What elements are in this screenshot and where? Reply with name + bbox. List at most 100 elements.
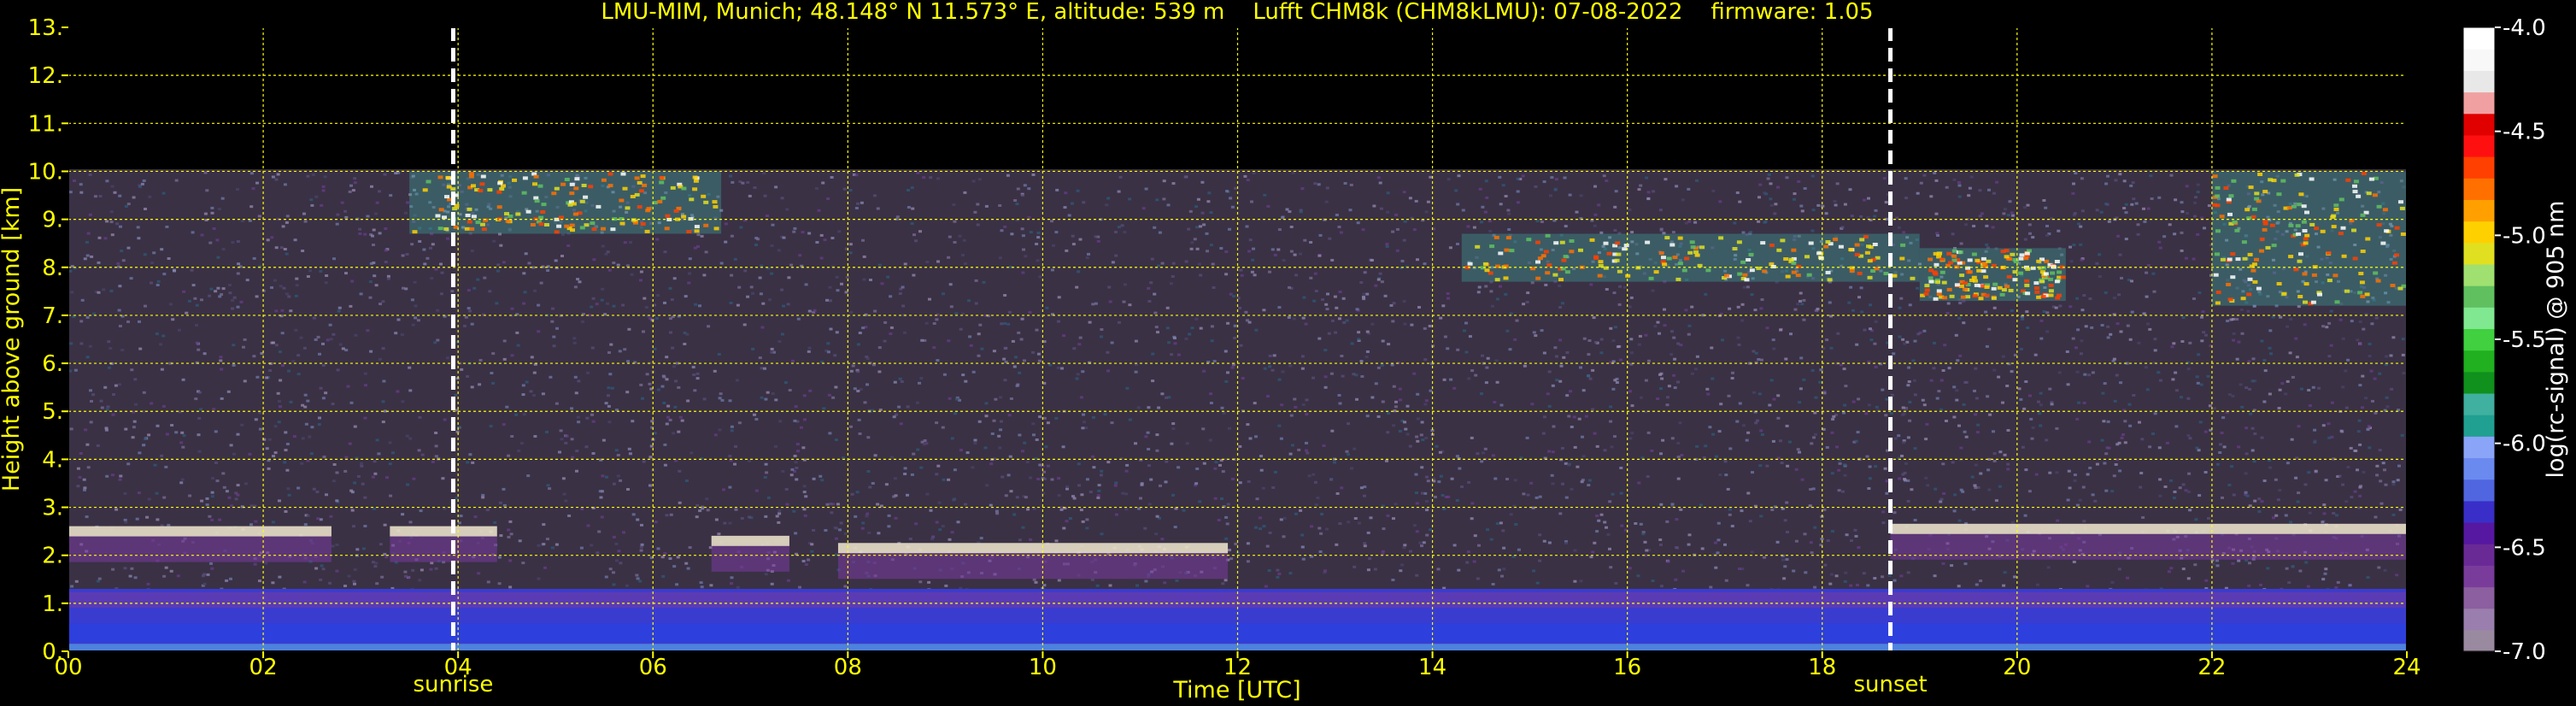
cirrus-speck <box>2023 256 2029 261</box>
noise-speck <box>1628 209 1632 212</box>
noise-speck <box>1173 337 1177 340</box>
noise-speck <box>1646 475 1650 479</box>
noise-speck <box>1597 203 1601 207</box>
cirrus-speck <box>559 215 564 220</box>
noise-speck <box>93 195 97 198</box>
noise-speck <box>2239 309 2244 311</box>
noise-speck <box>678 469 682 473</box>
cirrus-speck <box>499 187 505 191</box>
noise-speck <box>768 298 772 302</box>
noise-speck <box>2168 223 2172 227</box>
noise-speck <box>1522 303 1526 306</box>
noise-speck <box>1288 572 1293 575</box>
noise-speck <box>1265 544 1270 548</box>
cirrus-speck <box>2008 288 2014 292</box>
noise-speck <box>136 226 140 229</box>
noise-speck <box>267 467 271 470</box>
noise-speck <box>353 425 357 428</box>
cirrus-speck <box>2257 173 2263 176</box>
cirrus-speck <box>1553 241 1559 245</box>
cirrus-speck <box>466 220 472 224</box>
cirrus-speck <box>1963 281 1968 285</box>
noise-speck <box>197 416 202 420</box>
cirrus-speck <box>2304 210 2309 215</box>
noise-speck <box>1963 430 1967 433</box>
noise-speck <box>976 203 980 206</box>
noise-speck <box>794 405 798 409</box>
cirrus-speck <box>2297 295 2303 298</box>
noise-speck <box>1042 491 1046 495</box>
noise-speck <box>1987 188 1991 191</box>
noise-speck <box>1715 455 1718 458</box>
noise-speck <box>291 360 296 363</box>
cirrus-speck <box>1859 238 1865 242</box>
noise-speck <box>464 315 468 319</box>
noise-speck <box>2087 440 2092 444</box>
noise-speck <box>1497 568 1501 572</box>
noise-speck <box>2371 399 2374 403</box>
noise-speck <box>2114 463 2118 466</box>
noise-speck <box>663 463 667 467</box>
noise-speck <box>2401 338 2405 341</box>
noise-speck <box>903 262 907 266</box>
noise-speck <box>735 379 739 382</box>
noise-speck <box>1644 379 1648 382</box>
noise-speck <box>1550 176 1554 179</box>
noise-speck <box>521 562 525 565</box>
noise-speck <box>1147 406 1151 409</box>
noise-speck <box>1395 227 1399 231</box>
noise-speck <box>561 477 566 480</box>
noise-speck <box>973 442 977 445</box>
noise-speck <box>328 323 332 327</box>
noise-speck <box>2019 347 2023 350</box>
noise-speck <box>763 194 767 197</box>
noise-speck <box>496 269 500 273</box>
noise-speck <box>902 331 907 334</box>
noise-speck <box>780 332 784 336</box>
noise-speck <box>2268 466 2273 469</box>
noise-speck <box>2358 321 2362 323</box>
noise-speck <box>1519 456 1523 460</box>
cirrus-speck <box>1493 235 1499 239</box>
cirrus-speck <box>2345 178 2351 182</box>
noise-speck <box>1760 298 1764 301</box>
noise-speck <box>132 426 136 429</box>
noise-speck <box>1979 580 1983 582</box>
noise-speck <box>2369 369 2374 373</box>
noise-speck <box>2368 343 2372 345</box>
noise-speck <box>2294 476 2298 479</box>
noise-speck <box>326 338 330 342</box>
noise-speck <box>1608 500 1612 503</box>
noise-speck <box>2306 585 2310 588</box>
noise-speck <box>1167 341 1171 344</box>
noise-speck <box>630 273 634 276</box>
cirrus-speck <box>533 196 539 200</box>
noise-speck <box>848 251 853 255</box>
noise-speck <box>1057 320 1060 323</box>
noise-speck <box>1144 580 1148 583</box>
noise-speck <box>373 565 378 568</box>
noise-speck <box>1003 294 1007 297</box>
noise-speck <box>2152 290 2156 293</box>
cirrus-speck <box>2054 279 2060 284</box>
noise-speck <box>383 523 387 527</box>
cirrus-speck <box>1569 239 1575 243</box>
noise-speck <box>1311 376 1316 379</box>
noise-speck <box>294 294 298 297</box>
noise-speck <box>1329 372 1334 375</box>
cirrus-speck <box>2228 194 2234 198</box>
cirrus-speck <box>644 229 650 233</box>
noise-speck <box>1096 239 1100 243</box>
noise-speck <box>862 278 866 281</box>
noise-speck <box>1587 339 1592 342</box>
noise-speck <box>665 514 669 517</box>
noise-speck <box>678 415 683 419</box>
noise-speck <box>1289 250 1294 253</box>
noise-speck <box>2082 520 2086 523</box>
cirrus-speck <box>538 222 544 227</box>
noise-speck <box>1062 527 1066 530</box>
noise-speck <box>1014 356 1018 359</box>
noise-speck <box>2165 441 2169 444</box>
noise-speck <box>1976 423 1980 427</box>
noise-speck <box>96 444 100 447</box>
